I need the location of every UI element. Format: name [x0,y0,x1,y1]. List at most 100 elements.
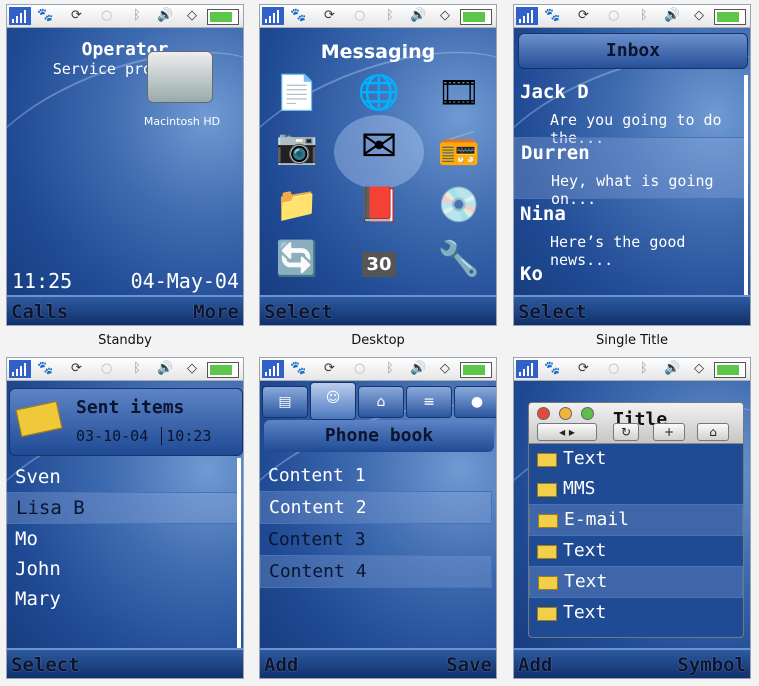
clock-date: 04-May-04 [130,269,239,293]
list-item[interactable]: Jack D Are you going to do the... [514,77,746,147]
wifi-icon: ◇ [440,8,450,23]
book-icon[interactable]: 📕 [354,183,404,227]
globe-icon[interactable]: ● [454,386,496,418]
sent-date: 03-10-04 [76,427,149,445]
softkey-left[interactable]: Add [518,654,552,676]
list-item[interactable]: Text [529,598,743,628]
music-disc-icon[interactable]: 💿 [434,183,484,227]
back-forward-button[interactable]: ◂ ▸ [537,423,597,441]
list-item[interactable]: Text [529,566,743,598]
add-button[interactable]: + [653,423,685,441]
symbol-list: Text MMS E-mail Text Text Text [529,444,743,637]
item-label: Text [563,448,607,469]
list-item[interactable]: Content 2 [260,491,492,524]
sender-name: Ko [520,263,543,285]
camera-icon[interactable]: 📷 [272,125,322,169]
mail-icon [538,576,558,590]
media-icon[interactable]: 🎞 [434,71,484,115]
softkey-left[interactable]: Select [264,301,333,323]
note-icon[interactable]: ≡ [406,386,452,418]
phone-inbox: 🐾 ⟳ ○ ᛒ 🔊 ◇ Inbox Jack D Are you going t… [513,4,751,326]
sync-icon: ⟳ [578,8,589,23]
globe-phone-icon[interactable]: 🌐 [354,71,404,115]
hard-disk-icon[interactable] [147,51,213,103]
sent-time: 10:23 [166,427,212,445]
signal-icon [262,7,284,25]
list-item[interactable]: Lisa B [7,492,239,524]
bluetooth-icon: ᛒ [640,8,648,23]
speaker-icon: 🔊 [410,8,427,23]
scrollbar[interactable] [237,458,241,648]
list-item[interactable]: Text [529,444,743,474]
reload-button[interactable]: ↻ [613,423,639,441]
paw-icon: 🐾 [544,8,561,23]
bubble-icon: ○ [101,361,113,376]
item-label: MMS [563,478,596,499]
caption-standby: Standby [98,333,152,348]
list-item[interactable]: Sven [7,462,239,492]
item-label: E-mail [564,509,630,530]
list-item[interactable]: E-mail [529,504,743,536]
contact-icon[interactable]: ☺ [310,382,356,420]
list-item[interactable]: MMS [529,474,743,504]
mail-icon [537,453,557,467]
sync-icon: ⟳ [71,361,82,376]
card-icon[interactable]: ▤ [262,386,308,418]
list-item[interactable]: Durren Hey, what is going on... [514,137,746,208]
softkey-right[interactable]: Symbol [677,654,746,676]
list-item[interactable]: Text [529,536,743,566]
documents-icon[interactable]: 📄 [272,71,322,115]
phone-symbol: 🐾 ⟳ ○ ᛒ 🔊 ◇ Title ◂ ▸ ↻ + ⌂ Text MMS E-m… [513,357,751,679]
mail-icon [538,514,558,528]
list-item[interactable]: Mary [7,584,239,614]
message-list: Jack D Are you going to do the... Durren… [514,77,746,289]
folder-icon[interactable]: 📁 [272,183,322,227]
wifi-icon: ◇ [440,361,450,376]
signal-icon [9,7,31,25]
softkey-left[interactable]: Calls [11,301,68,323]
minimize-dot-icon[interactable] [559,407,572,420]
softkey-left[interactable]: Select [11,654,80,676]
sync-icon: ⟳ [324,8,335,23]
battery-icon [714,9,746,25]
item-label: Text [563,540,607,561]
zoom-dot-icon[interactable] [581,407,594,420]
softkey-bar: Select [514,295,750,325]
bubble-icon: ○ [354,361,366,376]
item-label: Text [563,602,607,623]
envelope-icon[interactable]: ✉ [354,125,404,169]
recipient-list: Sven Lisa B Mo John Mary [7,462,239,614]
list-item[interactable]: John [7,554,239,584]
calendar-bell-icon[interactable]: 30 [354,237,404,281]
softkey-bar: Add Save [260,648,496,678]
inbox-title: Inbox [518,33,748,69]
softkey-right[interactable]: Save [446,654,492,676]
list-item[interactable]: Ko [514,259,746,289]
wifi-icon: ◇ [187,8,197,23]
list-item[interactable]: Content 1 [260,460,492,491]
status-bar: 🐾 ⟳ ○ ᛒ 🔊 ◇ [514,358,750,381]
sent-datetime: 03-10-04 10:23 [76,427,211,445]
sent-title: Sent items [76,397,185,418]
home-button[interactable]: ⌂ [697,423,729,441]
scrollbar[interactable] [744,75,748,295]
list-item[interactable]: Mo [7,524,239,554]
wifi-icon: ◇ [694,361,704,376]
softkey-right[interactable]: More [193,301,239,323]
mail-icon [537,483,557,497]
status-bar: 🐾 ⟳ ○ ᛒ 🔊 ◇ [260,358,496,381]
speaker-icon: 🔊 [664,8,681,23]
status-bar: 🐾 ⟳ ○ ᛒ 🔊 ◇ [514,5,750,28]
list-item[interactable]: Content 3 [260,524,492,555]
list-item[interactable]: Content 4 [260,555,492,588]
softkey-left[interactable]: Select [518,301,587,323]
house-icon[interactable]: ⌂ [358,386,404,418]
disk-label: Macintosh HD [143,115,221,128]
close-dot-icon[interactable] [537,407,550,420]
sync-phone-icon[interactable]: 🔄 [272,237,322,281]
radio-icon[interactable]: 📻 [434,125,484,169]
sender-name: Durren [521,142,590,164]
list-item[interactable]: Nina Here’s the good news... [514,199,746,269]
softkey-left[interactable]: Add [264,654,298,676]
wrench-icon[interactable]: 🔧 [434,237,484,281]
